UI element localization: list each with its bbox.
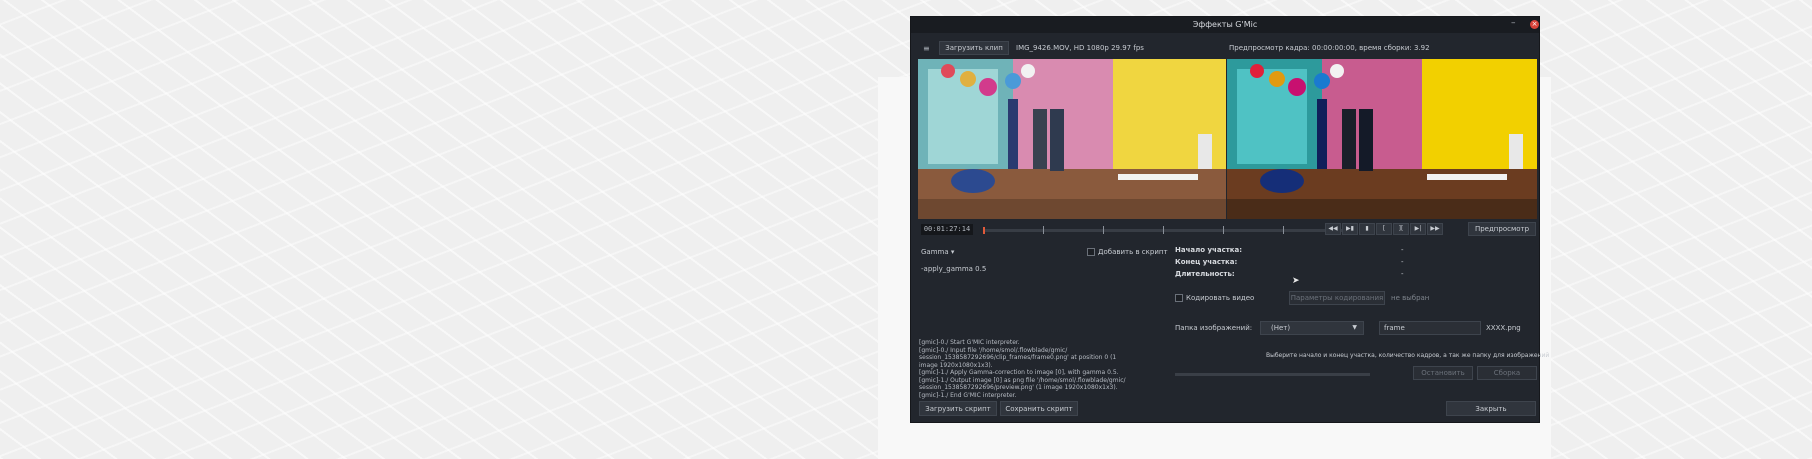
timeline-tick — [1223, 226, 1224, 234]
stop-render-button[interactable]: Остановить — [1413, 366, 1473, 380]
encode-video-label: Кодировать видео — [1186, 294, 1255, 302]
segment-end-value: - — [1401, 258, 1404, 266]
log-line: session_1538587292696/clip_frames/frame0… — [919, 354, 1117, 361]
load-script-button[interactable]: Загрузить скрипт — [919, 401, 997, 416]
filter-command: -apply_gamma 0.5 — [921, 265, 987, 273]
checkbox-box — [1175, 294, 1183, 302]
log-line: [gmic]-1./ Apply Gamma-correction to ima… — [919, 369, 1119, 376]
build-button[interactable]: Сборка — [1477, 366, 1537, 380]
encoding-status: не выбран — [1391, 294, 1430, 302]
filter-select[interactable]: Gamma ▾ — [921, 248, 954, 256]
mark-in-button[interactable]: [ — [1376, 223, 1392, 235]
rewind-button[interactable]: ◀◀ — [1325, 223, 1341, 235]
minimize-icon[interactable]: – — [1511, 18, 1516, 28]
timeline-tick — [1163, 226, 1164, 234]
timeline-tick — [1283, 226, 1284, 234]
filter-name: Gamma — [921, 248, 949, 256]
log-line: [gmic]-1./ End G'MIC interpreter. — [919, 391, 1017, 399]
fast-forward-button[interactable]: ▶▶ — [1427, 223, 1443, 235]
preview-info: Предпросмотр кадра: 00:00:00:00, время с… — [1229, 44, 1430, 52]
segment-start-label: Начало участка: — [1175, 246, 1243, 254]
log-line: [gmic]-1./ Output image [0] as png file … — [919, 376, 1126, 384]
clip-info: IMG_9426.MOV, HD 1080p 29.97 fps — [1016, 44, 1144, 52]
log-line: [gmic]-0./ Start G'MIC interpreter. — [919, 339, 1020, 346]
window-title: Эффекты G'Mic — [1192, 20, 1258, 29]
frame-suffix: XXXX.png — [1486, 324, 1521, 332]
timecode-display: 00:01:27:14 — [921, 224, 973, 235]
segment-end-label: Конец участка: — [1175, 258, 1238, 266]
image-folder-select[interactable]: (Нет) ▼ — [1260, 321, 1364, 335]
add-to-script-label: Добавить в скрипт — [1098, 248, 1168, 256]
frame-prefix-input[interactable]: frame — [1379, 321, 1481, 335]
timeline-scrubber[interactable] — [983, 226, 1348, 234]
checkbox-box — [1087, 248, 1095, 256]
clear-marks-button[interactable]: ][ — [1393, 223, 1409, 235]
save-script-button[interactable]: Сохранить скрипт — [1000, 401, 1078, 416]
timeline-tick — [1043, 226, 1044, 234]
prev-frame-button[interactable]: ▶▮ — [1342, 223, 1358, 235]
image-folder-label: Папка изображений: — [1175, 324, 1253, 332]
image-folder-value: (Нет) — [1271, 324, 1291, 332]
timeline-tick — [1103, 226, 1104, 234]
images-hint: Выберите начало и конец участка, количес… — [1266, 352, 1550, 359]
segment-duration-label: Длительность: — [1175, 270, 1235, 278]
gmic-log: [gmic]-0./ Start G'MIC interpreter. [gmi… — [919, 339, 1159, 399]
stop-button[interactable]: ▮ — [1359, 223, 1375, 235]
result-preview-image — [1227, 59, 1537, 219]
encoding-params-button[interactable]: Параметры кодирования — [1289, 291, 1385, 305]
log-line: session_1538587292696/preview.png' (1 im… — [919, 384, 1118, 391]
segment-duration-value: - — [1401, 270, 1404, 278]
add-to-script-checkbox[interactable]: Добавить в скрипт — [1087, 248, 1168, 256]
playhead[interactable] — [983, 227, 985, 234]
mouse-cursor-icon: ➤ — [1292, 276, 1300, 286]
encode-video-checkbox[interactable]: Кодировать видео — [1175, 294, 1254, 302]
title-bar: Эффекты G'Mic – × — [911, 17, 1539, 33]
chevron-down-icon: ▾ — [950, 248, 955, 256]
preview-button[interactable]: Предпросмотр — [1468, 222, 1536, 236]
source-preview-image — [918, 59, 1226, 219]
next-frame-button[interactable]: ▶| — [1410, 223, 1426, 235]
gmic-effects-window: Эффекты G'Mic – × ≡ Загрузить клип IMG_9… — [910, 16, 1549, 423]
render-progress-bar — [1175, 373, 1370, 376]
menu-icon[interactable]: ≡ — [923, 44, 930, 53]
log-line: [gmic]-0./ Input file '/home/smol/.flowb… — [919, 346, 1068, 354]
chevron-down-icon: ▼ — [1352, 324, 1357, 331]
segment-start-value: - — [1401, 246, 1404, 254]
close-button[interactable]: Закрыть — [1446, 401, 1536, 416]
log-line: image 1920x1080x1x3). — [919, 361, 993, 369]
load-clip-button[interactable]: Загрузить клип — [939, 41, 1009, 55]
close-icon[interactable]: × — [1530, 20, 1539, 29]
